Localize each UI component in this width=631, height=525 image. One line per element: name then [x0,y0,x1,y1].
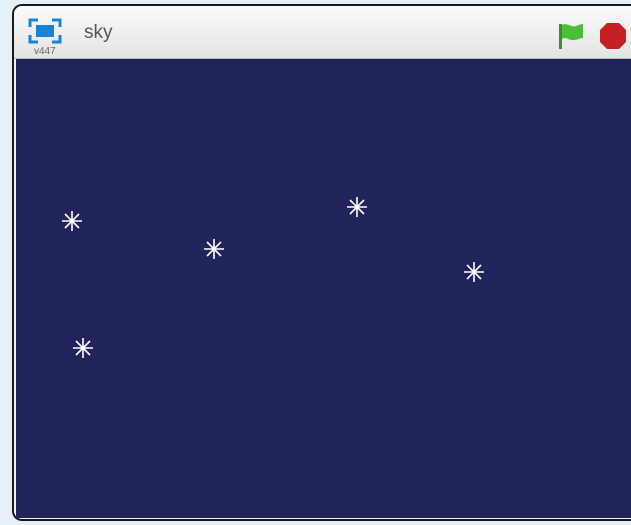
stage[interactable] [16,59,631,518]
star-sprite [204,239,224,259]
star-sprite [73,338,93,358]
fullscreen-icon[interactable] [28,18,62,44]
version-label: v447 [34,46,56,57]
player-titlebar: v447 sky [14,6,631,59]
project-title: sky [84,22,113,43]
green-flag-icon[interactable] [556,21,586,51]
star-sprite [62,211,82,231]
star-sprite [464,262,484,282]
stop-icon[interactable] [598,21,628,51]
player-frame: v447 sky [12,4,631,521]
star-sprite [347,197,367,217]
